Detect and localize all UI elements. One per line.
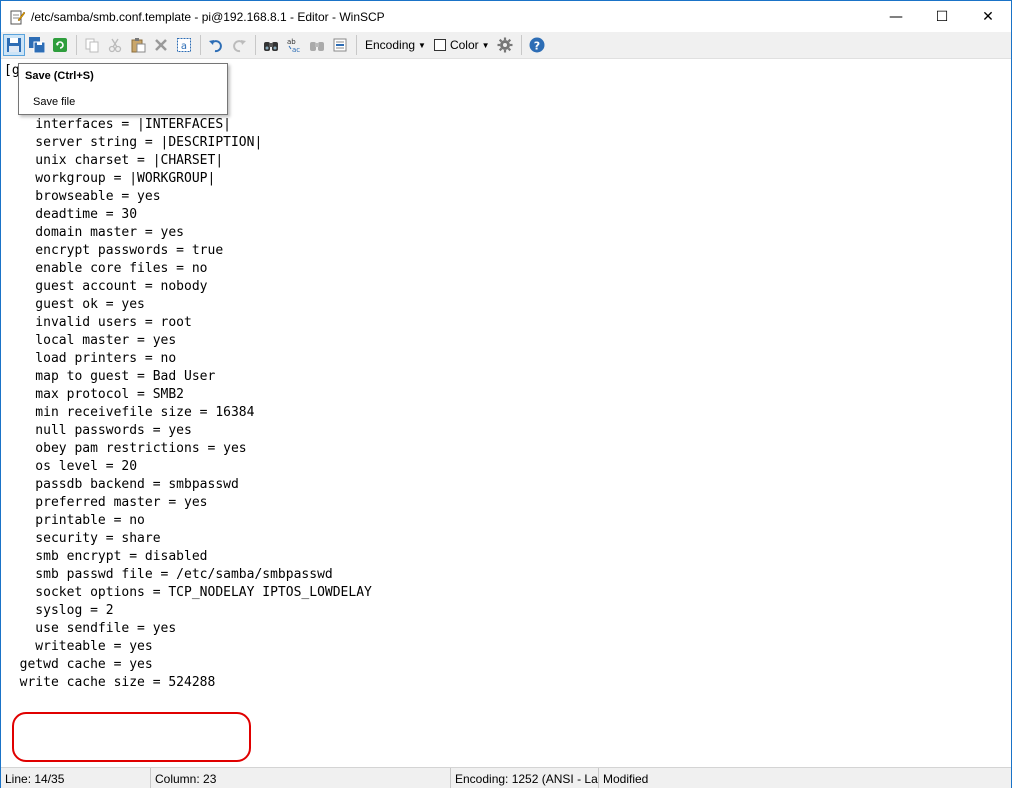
editor-line[interactable]: null passwords = yes: [4, 422, 372, 440]
editor-line[interactable]: server string = |DESCRIPTION|: [4, 134, 372, 152]
editor-line[interactable]: security = share: [4, 530, 372, 548]
redo-button[interactable]: [228, 34, 250, 56]
editor-line[interactable]: map to guest = Bad User: [4, 368, 372, 386]
preferences-button[interactable]: [494, 34, 516, 56]
editor-line[interactable]: interfaces = |INTERFACES|: [4, 116, 372, 134]
editor-window: /etc/samba/smb.conf.template - pi@192.16…: [0, 0, 1012, 788]
select-all-button[interactable]: a: [173, 34, 195, 56]
find-next-icon: [310, 42, 324, 51]
delete-icon: [155, 39, 167, 51]
copy-button[interactable]: [81, 34, 103, 56]
maximize-button[interactable]: ☐: [919, 1, 965, 32]
undo-button[interactable]: [205, 34, 227, 56]
editor-line[interactable]: browseable = yes: [4, 188, 372, 206]
close-button[interactable]: ✕: [965, 1, 1011, 32]
close-icon: ✕: [982, 8, 994, 25]
editor-line[interactable]: min receivefile size = 16384: [4, 404, 372, 422]
select-all-icon: a: [177, 38, 191, 52]
color-label: Color: [449, 38, 479, 52]
svg-text:ab: ab: [287, 38, 296, 46]
editor-line[interactable]: use sendfile = yes: [4, 620, 372, 638]
tooltip-description: Save file: [33, 96, 76, 108]
editor-line[interactable]: write cache size = 524288: [4, 674, 372, 692]
editor-line[interactable]: socket options = TCP_NODELAY IPTOS_LOWDE…: [4, 584, 372, 602]
save-tooltip: Save (Ctrl+S) Save file: [18, 63, 228, 115]
text-editor[interactable]: [g HARSET| interfaces = |INTERFACES| ser…: [1, 60, 1011, 767]
editor-line[interactable]: unix charset = |CHARSET|: [4, 152, 372, 170]
gear-icon: [497, 37, 513, 53]
reload-button[interactable]: [49, 34, 71, 56]
editor-line[interactable]: passdb backend = smbpasswd: [4, 476, 372, 494]
status-column: Column: 23: [151, 768, 451, 788]
status-line: Line: 14/35: [1, 768, 151, 788]
status-modified: Modified: [603, 771, 649, 786]
red-highlight-annotation: [12, 712, 251, 762]
chevron-down-icon: ▼: [481, 40, 490, 50]
minimize-button[interactable]: —: [873, 1, 919, 32]
editor-line[interactable]: encrypt passwords = true: [4, 242, 372, 260]
color-checkbox[interactable]: [433, 39, 446, 51]
color-toggle[interactable]: Color ▼: [430, 34, 494, 56]
editor-line[interactable]: os level = 20: [4, 458, 372, 476]
replace-icon: abac: [287, 38, 300, 53]
editor-line[interactable]: guest ok = yes: [4, 296, 372, 314]
editor-line[interactable]: printable = no: [4, 512, 372, 530]
encoding-dropdown[interactable]: Encoding ▼: [361, 34, 430, 56]
minimize-icon: —: [889, 8, 903, 25]
toolbar: a ab ac Encoding ▼ Color ▼ ?: [1, 32, 1011, 59]
svg-text:a: a: [181, 41, 187, 52]
paste-icon: [131, 38, 146, 53]
status-bar: Line: 14/35 Column: 23 Encoding: 1252 (A…: [1, 767, 1011, 788]
goto-line-icon: [333, 38, 347, 52]
tooltip-title: Save (Ctrl+S): [25, 70, 94, 82]
paste-button[interactable]: [127, 34, 149, 56]
save-icon: [7, 38, 21, 52]
replace-button[interactable]: ab ac: [283, 34, 305, 56]
notepad-icon: [9, 9, 26, 25]
chevron-down-icon: ▼: [418, 40, 426, 50]
goto-line-button[interactable]: [329, 34, 351, 56]
editor-line[interactable]: deadtime = 30: [4, 206, 372, 224]
editor-line[interactable]: preferred master = yes: [4, 494, 372, 512]
editor-line[interactable]: guest account = nobody: [4, 278, 372, 296]
editor-line[interactable]: domain master = yes: [4, 224, 372, 242]
encoding-label: Encoding: [365, 38, 416, 52]
editor-line[interactable]: obey pam restrictions = yes: [4, 440, 372, 458]
editor-line[interactable]: getwd cache = yes: [4, 656, 372, 674]
editor-line[interactable]: writeable = yes: [4, 638, 372, 656]
save-all-button[interactable]: [26, 34, 48, 56]
editor-line[interactable]: load printers = no: [4, 350, 372, 368]
editor-line[interactable]: invalid users = root: [4, 314, 372, 332]
undo-icon: [209, 40, 222, 53]
svg-text:?: ?: [533, 40, 539, 53]
save-all-icon: [29, 37, 45, 53]
editor-line[interactable]: smb encrypt = disabled: [4, 548, 372, 566]
status-encoding: Encoding: 1252 (ANSI - La: [451, 768, 599, 788]
help-button[interactable]: ?: [526, 34, 548, 56]
svg-text:ac: ac: [292, 46, 300, 53]
binoculars-icon: [264, 42, 278, 51]
help-icon: ?: [529, 37, 545, 53]
maximize-icon: ☐: [935, 8, 949, 25]
editor-line[interactable]: smb passwd file = /etc/samba/smbpasswd: [4, 566, 372, 584]
redo-icon: [233, 40, 246, 53]
scissors-icon: [108, 38, 122, 53]
reload-icon: [53, 38, 67, 52]
editor-line[interactable]: workgroup = |WORKGROUP|: [4, 170, 372, 188]
copy-icon: [85, 38, 99, 53]
editor-line[interactable]: enable core files = no: [4, 260, 372, 278]
cut-button[interactable]: [104, 34, 126, 56]
window-title: /etc/samba/smb.conf.template - pi@192.16…: [31, 9, 385, 24]
find-button[interactable]: [260, 34, 282, 56]
editor-lines[interactable]: [g HARSET| interfaces = |INTERFACES| ser…: [4, 62, 372, 692]
find-next-button[interactable]: [306, 34, 328, 56]
save-button[interactable]: [3, 34, 25, 56]
title-bar[interactable]: /etc/samba/smb.conf.template - pi@192.16…: [1, 1, 1011, 32]
editor-line[interactable]: local master = yes: [4, 332, 372, 350]
delete-button[interactable]: [150, 34, 172, 56]
editor-line[interactable]: max protocol = SMB2: [4, 386, 372, 404]
editor-line[interactable]: syslog = 2: [4, 602, 372, 620]
